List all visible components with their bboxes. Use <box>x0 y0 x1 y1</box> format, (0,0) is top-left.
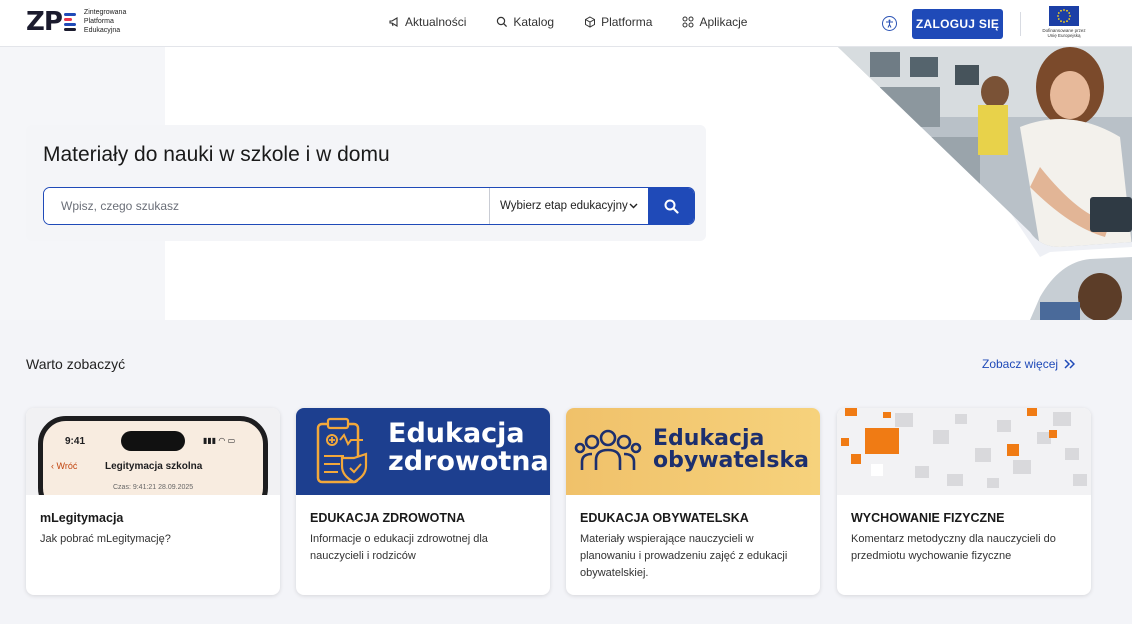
phone-stamp: Czas: 9:41:21 28.09.2025 <box>113 484 194 491</box>
card-image-phone: 9:41 ▮▮▮ ◠ ▭ ‹ Wróć Legitymacja szkolna … <box>26 408 280 495</box>
megaphone-icon <box>389 17 398 27</box>
hero-title: Materiały do nauki w szkole i w domu <box>43 143 390 166</box>
card-wychowanie-fizyczne[interactable]: WYCHOWANIE FIZYCZNE Komentarz metodyczny… <box>837 408 1091 595</box>
see-more-label: Zobacz więcej <box>982 357 1059 371</box>
chevron-down-icon <box>629 203 638 209</box>
card-description: Jak pobrać mLegitymację? <box>40 533 171 545</box>
logo-letters: ZP <box>26 6 63 37</box>
logo-text: Zintegrowana Platforma Edukacyjna <box>83 9 127 34</box>
phone-back-link: ‹ Wróć <box>51 461 78 471</box>
login-button[interactable]: ZALOGUJ SIĘ <box>912 9 1003 39</box>
top-header: ZP Zintegrowana Platforma Edukacyjna Akt… <box>0 0 1132 47</box>
search-bar: Wybierz etap edukacyjny <box>43 187 695 225</box>
nav-item-katalog[interactable]: Katalog <box>496 15 554 29</box>
civic-banner-text: Edukacja obywatelska <box>653 426 809 474</box>
search-button[interactable] <box>648 188 694 224</box>
card-title: EDUKACJA ZDROWOTNA <box>310 511 466 525</box>
nav-item-aplikacje[interactable]: Aplikacje <box>682 15 747 29</box>
logo-e-mark <box>63 10 78 34</box>
phone-time: 9:41 <box>65 436 86 447</box>
section-title: Warto zobaczyć <box>26 356 126 372</box>
phone-title: Legitymacja szkolna <box>105 461 203 472</box>
card-image-health-banner: Edukacja zdrowotna <box>296 408 550 495</box>
nav-label: Katalog <box>513 15 555 29</box>
card-image-civic-banner: Edukacja obywatelska <box>566 408 820 495</box>
see-more-link[interactable]: Zobacz więcej <box>982 357 1076 371</box>
health-banner-text: Edukacja zdrowotna <box>388 418 549 477</box>
accessibility-button[interactable] <box>882 16 897 31</box>
grid-icon <box>682 16 694 28</box>
phone-frame: 9:41 ▮▮▮ ◠ ▭ ‹ Wróć Legitymacja szkolna … <box>38 416 268 495</box>
card-description: Informacje o edukacji zdrowotnej dla nau… <box>310 533 488 562</box>
pe-squares-pattern <box>841 408 1087 488</box>
search-icon <box>664 199 679 214</box>
health-clipboard-icon <box>316 417 368 484</box>
double-chevron-right-icon <box>1064 359 1076 369</box>
hero-section <box>0 47 1132 320</box>
cube-icon <box>585 16 596 28</box>
card-edukacja-obywatelska[interactable]: Edukacja obywatelska EDUKACJA OBYWATELSK… <box>566 408 820 595</box>
nav-item-platforma[interactable]: Platforma <box>584 15 652 29</box>
card-image-pe-pattern <box>837 408 1091 495</box>
eu-flag-icon <box>1049 6 1079 26</box>
nav-label: Platforma <box>601 15 653 29</box>
search-icon <box>497 16 508 28</box>
eu-funding-text: Dofinansowane przez Unię Europejską <box>1042 28 1086 38</box>
card-description: Materiały wspierające nauczycieli w plan… <box>580 533 788 579</box>
search-input[interactable] <box>44 188 489 224</box>
education-stage-select[interactable]: Wybierz etap edukacyjny <box>489 188 648 224</box>
main-nav: Aktualności Katalog Platforma Aplikacje <box>388 15 747 29</box>
card-title: WYCHOWANIE FIZYCZNE <box>851 511 1005 525</box>
nav-label: Aktualności <box>405 15 467 29</box>
accessibility-icon <box>886 19 893 28</box>
logo-mark: ZP <box>26 9 78 35</box>
card-title: mLegitymacja <box>40 511 124 525</box>
select-value: Wybierz etap edukacyjny <box>500 200 628 212</box>
header-divider <box>1020 12 1021 36</box>
card-edukacja-zdrowotna[interactable]: Edukacja zdrowotna EDUKACJA ZDROWOTNA In… <box>296 408 550 595</box>
eu-funding-logo: Dofinansowane przez Unię Europejską <box>1037 6 1091 42</box>
nav-label: Aplikacje <box>699 15 748 29</box>
phone-notch <box>121 431 185 451</box>
nav-item-aktualnosci[interactable]: Aktualności <box>388 15 466 29</box>
zpe-logo[interactable]: ZP Zintegrowana Platforma Edukacyjna <box>26 8 126 35</box>
phone-status-icons: ▮▮▮ ◠ ▭ <box>203 436 236 445</box>
people-group-icon <box>574 429 642 470</box>
card-mlegitymacja[interactable]: 9:41 ▮▮▮ ◠ ▭ ‹ Wróć Legitymacja szkolna … <box>26 408 280 595</box>
card-description: Komentarz metodyczny dla nauczycieli do … <box>851 533 1056 562</box>
card-title: EDUKACJA OBYWATELSKA <box>580 511 749 525</box>
